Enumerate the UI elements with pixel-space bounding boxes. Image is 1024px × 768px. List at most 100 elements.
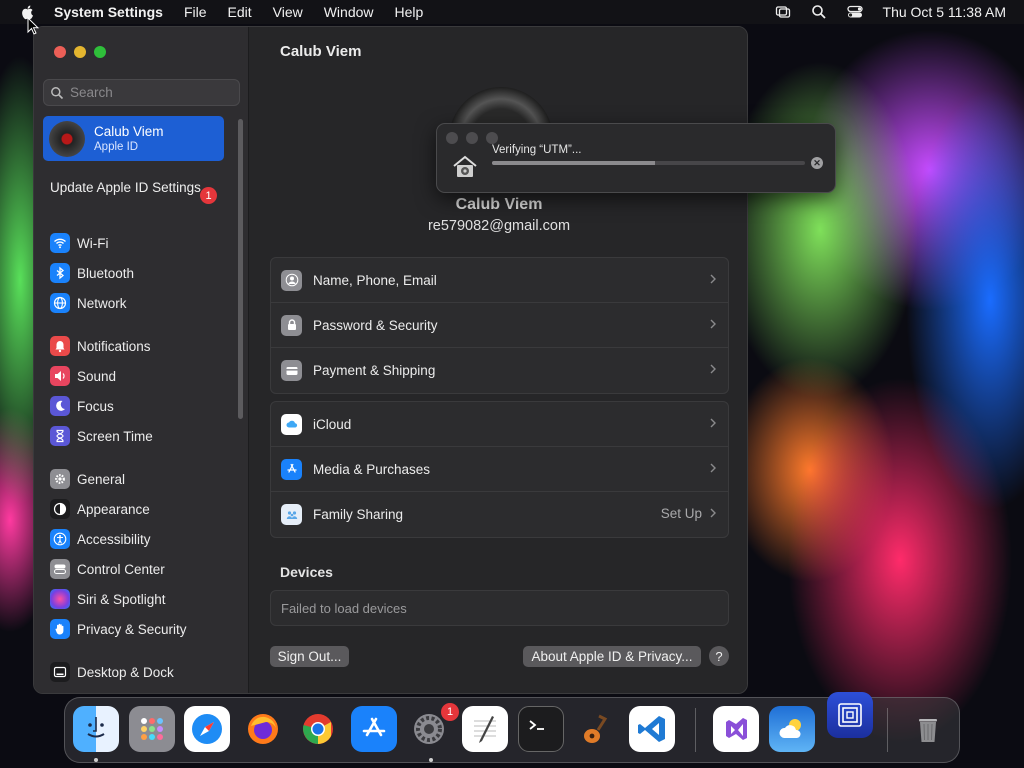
verifying-text: Verifying “UTM”...: [492, 144, 582, 156]
sidebar-item-desktop-dock[interactable]: Desktop & Dock: [50, 661, 174, 683]
sidebar-item-label: Wi-Fi: [77, 235, 109, 251]
progress-fill: [492, 161, 655, 165]
menu-bar: System Settings File Edit View Window He…: [0, 0, 1024, 24]
sidebar-item-focus[interactable]: Focus: [50, 395, 114, 417]
sidebar-item-label: Notifications: [77, 338, 151, 354]
trash-icon[interactable]: [905, 706, 951, 752]
card-icon: [281, 360, 302, 381]
row-name-phone-email[interactable]: Name, Phone, Email: [271, 258, 728, 303]
sidebar-item-bluetooth[interactable]: Bluetooth: [50, 262, 134, 284]
row-label: Media & Purchases: [313, 461, 431, 477]
menu-edit[interactable]: Edit: [228, 4, 252, 20]
menu-app-name[interactable]: System Settings: [54, 4, 163, 20]
utm-icon[interactable]: [827, 692, 873, 738]
row-label: iCloud: [313, 416, 352, 432]
dock-icon: [50, 662, 70, 682]
sidebar-item-label: General: [77, 471, 126, 487]
search-icon: [51, 86, 64, 99]
dialog-window-controls: [446, 132, 498, 144]
weather-icon[interactable]: [769, 706, 815, 752]
menubar-clock[interactable]: Thu Oct 5 11:38 AM: [883, 4, 1006, 20]
firefox-icon[interactable]: [240, 706, 286, 752]
sidebar-item-notifications[interactable]: Notifications: [50, 335, 151, 357]
dialog-zoom-button[interactable]: [486, 132, 498, 144]
menu-file[interactable]: File: [184, 4, 207, 20]
speaker-icon: [50, 366, 70, 386]
sidebar-item-screen-time[interactable]: Screen Time: [50, 425, 153, 447]
sidebar-item-label: Focus: [77, 398, 114, 414]
cloud-icon: [281, 413, 302, 435]
row-payment-shipping[interactable]: Payment & Shipping: [271, 348, 728, 393]
minimize-button[interactable]: [74, 46, 86, 58]
chrome-icon[interactable]: [295, 706, 341, 752]
chevron-right-icon: [710, 463, 716, 473]
dock-separator: [695, 708, 696, 752]
sidebar-item-accessibility[interactable]: Accessibility: [50, 528, 151, 550]
person-icon: [281, 269, 302, 291]
update-apple-id-settings[interactable]: Update Apple ID Settings: [50, 180, 220, 196]
dialog-minimize-button[interactable]: [466, 132, 478, 144]
sidebar-scrollbar[interactable]: [238, 119, 243, 419]
globe-icon: [50, 293, 70, 313]
sign-out-button[interactable]: Sign Out...: [270, 646, 349, 667]
cancel-verification-icon[interactable]: ✕: [811, 157, 823, 169]
sidebar-item-general[interactable]: General: [50, 468, 125, 490]
appstore-icon[interactable]: [351, 706, 397, 752]
zoom-button[interactable]: [94, 46, 106, 58]
garageband-icon[interactable]: [573, 706, 619, 752]
row-family-sharing[interactable]: Family Sharing Set Up: [271, 492, 728, 537]
family-sharing-setup-link[interactable]: Set Up: [661, 506, 702, 521]
sidebar-item-label: Appearance: [77, 501, 150, 517]
sidebar-item-network[interactable]: Network: [50, 292, 127, 314]
sidebar-item-label: Siri & Spotlight: [77, 591, 166, 607]
dialog-close-button[interactable]: [446, 132, 458, 144]
account-settings-group: Name, Phone, Email Password & Security P…: [270, 257, 729, 394]
row-icloud[interactable]: iCloud: [271, 402, 728, 447]
about-apple-id-privacy-button[interactable]: About Apple ID & Privacy...: [523, 646, 701, 667]
menu-view[interactable]: View: [273, 4, 303, 20]
vscode-icon[interactable]: [629, 706, 675, 752]
row-label: Name, Phone, Email: [313, 272, 437, 288]
launchpad-icon[interactable]: [129, 706, 175, 752]
safari-icon[interactable]: [184, 706, 230, 752]
spotlight-search-icon[interactable]: [811, 4, 827, 20]
toggles-icon: [50, 559, 70, 579]
sidebar-item-wifi[interactable]: Wi-Fi: [50, 232, 108, 254]
dock-separator: [887, 708, 888, 752]
devices-heading: Devices: [280, 564, 333, 580]
search-input[interactable]: Search: [43, 79, 240, 106]
sidebar-item-sound[interactable]: Sound: [50, 365, 116, 387]
sidebar-item-label: Sound: [77, 368, 117, 384]
update-badge: 1: [200, 187, 217, 204]
sidebar-item-apple-id[interactable]: Calub Viem Apple ID: [43, 116, 224, 161]
chevron-right-icon: [710, 508, 716, 518]
row-label: Password & Security: [313, 317, 438, 333]
sidebar-item-privacy-security[interactable]: Privacy & Security: [50, 618, 187, 640]
appearance-icon: [50, 499, 70, 519]
menu-help[interactable]: Help: [395, 4, 424, 20]
row-password-security[interactable]: Password & Security: [271, 303, 728, 348]
gear-icon: [50, 469, 70, 489]
sidebar: Search Calub Viem Apple ID Update Apple …: [34, 27, 249, 693]
close-button[interactable]: [54, 46, 66, 58]
textedit-icon[interactable]: [462, 706, 508, 752]
wifi-icon: [50, 233, 70, 253]
terminal-icon[interactable]: [518, 706, 564, 752]
visual-studio-icon[interactable]: [713, 706, 759, 752]
screen-mirroring-icon[interactable]: [775, 4, 791, 20]
row-media-purchases[interactable]: Media & Purchases: [271, 447, 728, 492]
sidebar-item-appearance[interactable]: Appearance: [50, 498, 150, 520]
finder-running-indicator: [94, 758, 98, 762]
chevron-right-icon: [710, 418, 716, 428]
search-placeholder: Search: [70, 85, 113, 100]
verifying-dialog: Verifying “UTM”... ✕: [436, 123, 836, 193]
control-center-icon[interactable]: [846, 4, 863, 20]
chevron-right-icon: [710, 364, 716, 374]
finder-icon[interactable]: [73, 706, 119, 752]
menu-window[interactable]: Window: [324, 4, 374, 20]
help-button[interactable]: ?: [709, 646, 729, 666]
sidebar-item-control-center[interactable]: Control Center: [50, 558, 165, 580]
chevron-right-icon: [710, 274, 716, 284]
sidebar-item-siri-spotlight[interactable]: Siri & Spotlight: [50, 588, 166, 610]
dock: 1: [64, 692, 960, 763]
